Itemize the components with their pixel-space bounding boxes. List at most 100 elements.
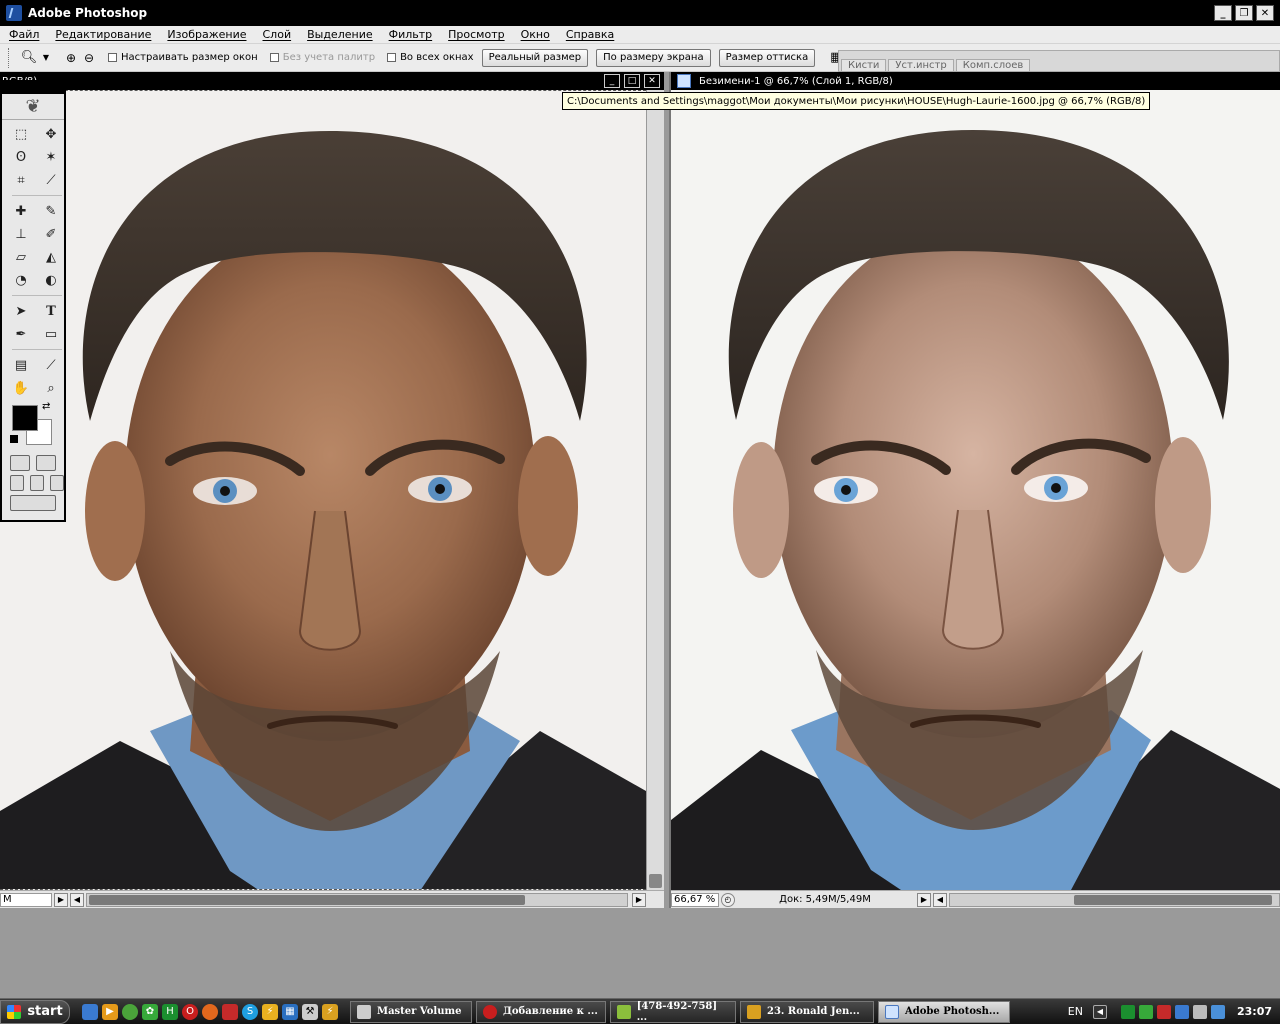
security-tray-icon[interactable] bbox=[1210, 1004, 1225, 1019]
standard-mode-icon[interactable] bbox=[10, 455, 30, 471]
right-scroll-left-arrow[interactable]: ◀ bbox=[933, 892, 947, 907]
screen-mode-standard-icon[interactable] bbox=[10, 475, 24, 491]
marquee-tool-icon[interactable]: ⬚ bbox=[8, 123, 34, 145]
hand-tool-icon[interactable]: ✋ bbox=[8, 377, 34, 399]
left-vertical-scroll-thumb[interactable] bbox=[649, 874, 662, 888]
resize-windows-checkbox[interactable]: Настраивать размер окон bbox=[108, 52, 258, 63]
default-colors-icon[interactable] bbox=[10, 435, 18, 443]
left-horizontal-scroll-thumb[interactable] bbox=[89, 894, 525, 905]
zoom-in-icon[interactable]: ⊕ bbox=[60, 48, 82, 68]
right-zoom-field[interactable]: 66,67 % bbox=[671, 892, 719, 907]
tray-expand-arrow-icon[interactable]: ◀ bbox=[1092, 1004, 1107, 1019]
screen-mode-full-menu-icon[interactable] bbox=[30, 475, 44, 491]
foreground-color-swatch[interactable] bbox=[12, 405, 38, 431]
right-status-menu-arrow[interactable]: ▶ bbox=[917, 892, 931, 907]
palette-tab-brushes[interactable]: Кисти bbox=[841, 59, 887, 71]
notes-tool-icon[interactable]: ▤ bbox=[8, 354, 34, 376]
menu-help[interactable]: Справка bbox=[557, 28, 621, 41]
icq-icon[interactable]: ✿ bbox=[142, 1003, 158, 1020]
left-document-title-bar[interactable]: RGB/8) _ □ ✕ bbox=[0, 72, 664, 90]
type-tool-icon[interactable]: T bbox=[38, 300, 64, 322]
rectangle-tool-icon[interactable]: ▭ bbox=[38, 323, 64, 345]
skype-icon[interactable]: S bbox=[242, 1003, 258, 1020]
actual-pixels-button[interactable]: Реальный размер bbox=[481, 48, 589, 67]
taskbar-button-master-volume[interactable]: Master Volume bbox=[350, 1000, 472, 1023]
left-document-canvas[interactable] bbox=[0, 90, 646, 890]
qip-tray-icon[interactable] bbox=[1120, 1004, 1135, 1019]
tool-preset-dropdown-icon[interactable]: ▼ bbox=[40, 48, 52, 68]
menu-view[interactable]: Просмотр bbox=[439, 28, 511, 41]
menu-image[interactable]: Изображение bbox=[158, 28, 253, 41]
fit-screen-button[interactable]: По размеру экрана bbox=[596, 48, 711, 67]
clone-stamp-tool-icon[interactable]: ⊥ bbox=[8, 223, 34, 245]
left-horizontal-scrollbar[interactable] bbox=[86, 892, 628, 907]
print-size-button[interactable]: Размер оттиска bbox=[718, 48, 816, 67]
screen-mode-full-icon[interactable] bbox=[50, 475, 64, 491]
doc-close-button[interactable]: ✕ bbox=[644, 74, 660, 88]
palette-tab-layer-comps[interactable]: Комп.слоев bbox=[955, 59, 1031, 71]
doc-minimize-button[interactable]: _ bbox=[604, 74, 620, 88]
menu-edit[interactable]: Редактирование bbox=[46, 28, 158, 41]
menu-layer[interactable]: Слой bbox=[254, 28, 299, 41]
taskbar-button-opera[interactable]: Добавление к ... bbox=[476, 1000, 606, 1023]
zoom-tool-icon[interactable]: ⌕ bbox=[38, 377, 64, 399]
right-document-canvas[interactable] bbox=[671, 90, 1280, 890]
grid-app-icon[interactable]: ▦ bbox=[282, 1003, 298, 1020]
zoom-out-icon[interactable]: ⊖ bbox=[82, 48, 96, 68]
menu-window[interactable]: Окно bbox=[512, 28, 557, 41]
move-tool-icon[interactable]: ✥ bbox=[38, 123, 64, 145]
pen-tool-icon[interactable]: ✒ bbox=[8, 323, 34, 345]
left-scroll-right-arrow[interactable]: ▶ bbox=[632, 892, 646, 907]
slice-tool-icon[interactable]: ⟋ bbox=[38, 169, 64, 191]
left-scroll-left-arrow[interactable]: ◀ bbox=[70, 892, 84, 907]
eraser-tool-icon[interactable]: ▱ bbox=[8, 246, 34, 268]
all-windows-checkbox[interactable]: Во всех окнах bbox=[387, 52, 474, 63]
media-player-icon[interactable]: ▶ bbox=[102, 1003, 118, 1020]
left-status-menu-arrow[interactable]: ▶ bbox=[54, 892, 68, 907]
right-horizontal-scrollbar[interactable] bbox=[949, 892, 1280, 907]
path-selection-tool-icon[interactable]: ➤ bbox=[8, 300, 34, 322]
app-icon[interactable] bbox=[222, 1003, 238, 1020]
chat-icon[interactable] bbox=[122, 1003, 138, 1020]
winamp-quick-icon[interactable]: ⚡ bbox=[322, 1003, 338, 1020]
minimize-button[interactable]: _ bbox=[1214, 5, 1232, 21]
quick-mask-mode-icon[interactable] bbox=[36, 455, 56, 471]
ignore-palettes-checkbox[interactable]: Без учета палитр bbox=[269, 52, 375, 63]
antivirus-tray-icon[interactable] bbox=[1156, 1004, 1171, 1019]
right-horizontal-scroll-thumb[interactable] bbox=[1074, 894, 1272, 905]
eyedropper-tool-icon[interactable]: ⟋ bbox=[38, 354, 64, 376]
icq-tray-icon[interactable] bbox=[1138, 1004, 1153, 1019]
show-desktop-icon[interactable] bbox=[82, 1003, 98, 1020]
start-button[interactable]: start bbox=[0, 999, 70, 1024]
menu-file[interactable]: Файл bbox=[0, 28, 46, 41]
history-brush-tool-icon[interactable]: ✐ bbox=[38, 223, 64, 245]
swap-colors-icon[interactable]: ⇄ bbox=[42, 401, 50, 412]
winamp-icon[interactable]: ⚡ bbox=[262, 1003, 278, 1020]
tool-icon[interactable]: ⚒ bbox=[302, 1003, 318, 1020]
toolbox-title-bar[interactable] bbox=[2, 82, 64, 94]
doc-maximize-button[interactable]: □ bbox=[624, 74, 640, 88]
right-document-title-bar[interactable]: Безимени-1 @ 66,7% (Слой 1, RGB/8) bbox=[671, 72, 1280, 90]
zoom-tool-icon[interactable]: 🔍︎ bbox=[18, 48, 40, 68]
restore-button[interactable]: ❐ bbox=[1235, 5, 1253, 21]
palette-tab-tool-presets[interactable]: Уст.инстр bbox=[888, 59, 954, 71]
healing-brush-tool-icon[interactable]: ✚ bbox=[8, 200, 34, 222]
jump-to-imageready-icon[interactable] bbox=[10, 495, 56, 511]
firefox-icon[interactable] bbox=[202, 1003, 218, 1020]
volume-tray-icon[interactable] bbox=[1192, 1004, 1207, 1019]
lasso-tool-icon[interactable]: ʘ bbox=[8, 146, 34, 168]
blur-tool-icon[interactable]: ◔ bbox=[8, 269, 34, 291]
options-grip[interactable] bbox=[8, 47, 12, 68]
qip-icon[interactable]: Н bbox=[162, 1003, 178, 1020]
left-vertical-scrollbar[interactable] bbox=[646, 90, 664, 890]
language-indicator[interactable]: EN bbox=[1068, 1005, 1083, 1018]
taskbar-button-photoshop[interactable]: Adobe Photosh... bbox=[878, 1000, 1010, 1023]
crop-tool-icon[interactable]: ⌗ bbox=[8, 169, 34, 191]
menu-filter[interactable]: Фильтр bbox=[380, 28, 440, 41]
magic-wand-tool-icon[interactable]: ✶ bbox=[38, 146, 64, 168]
taskbar-button-icq[interactable]: [478-492-758] ... bbox=[610, 1000, 736, 1023]
close-button[interactable]: ✕ bbox=[1256, 5, 1274, 21]
dodge-tool-icon[interactable]: ◐ bbox=[38, 269, 64, 291]
brush-tool-icon[interactable]: ✎ bbox=[38, 200, 64, 222]
status-info-icon[interactable]: ◴ bbox=[721, 892, 735, 907]
